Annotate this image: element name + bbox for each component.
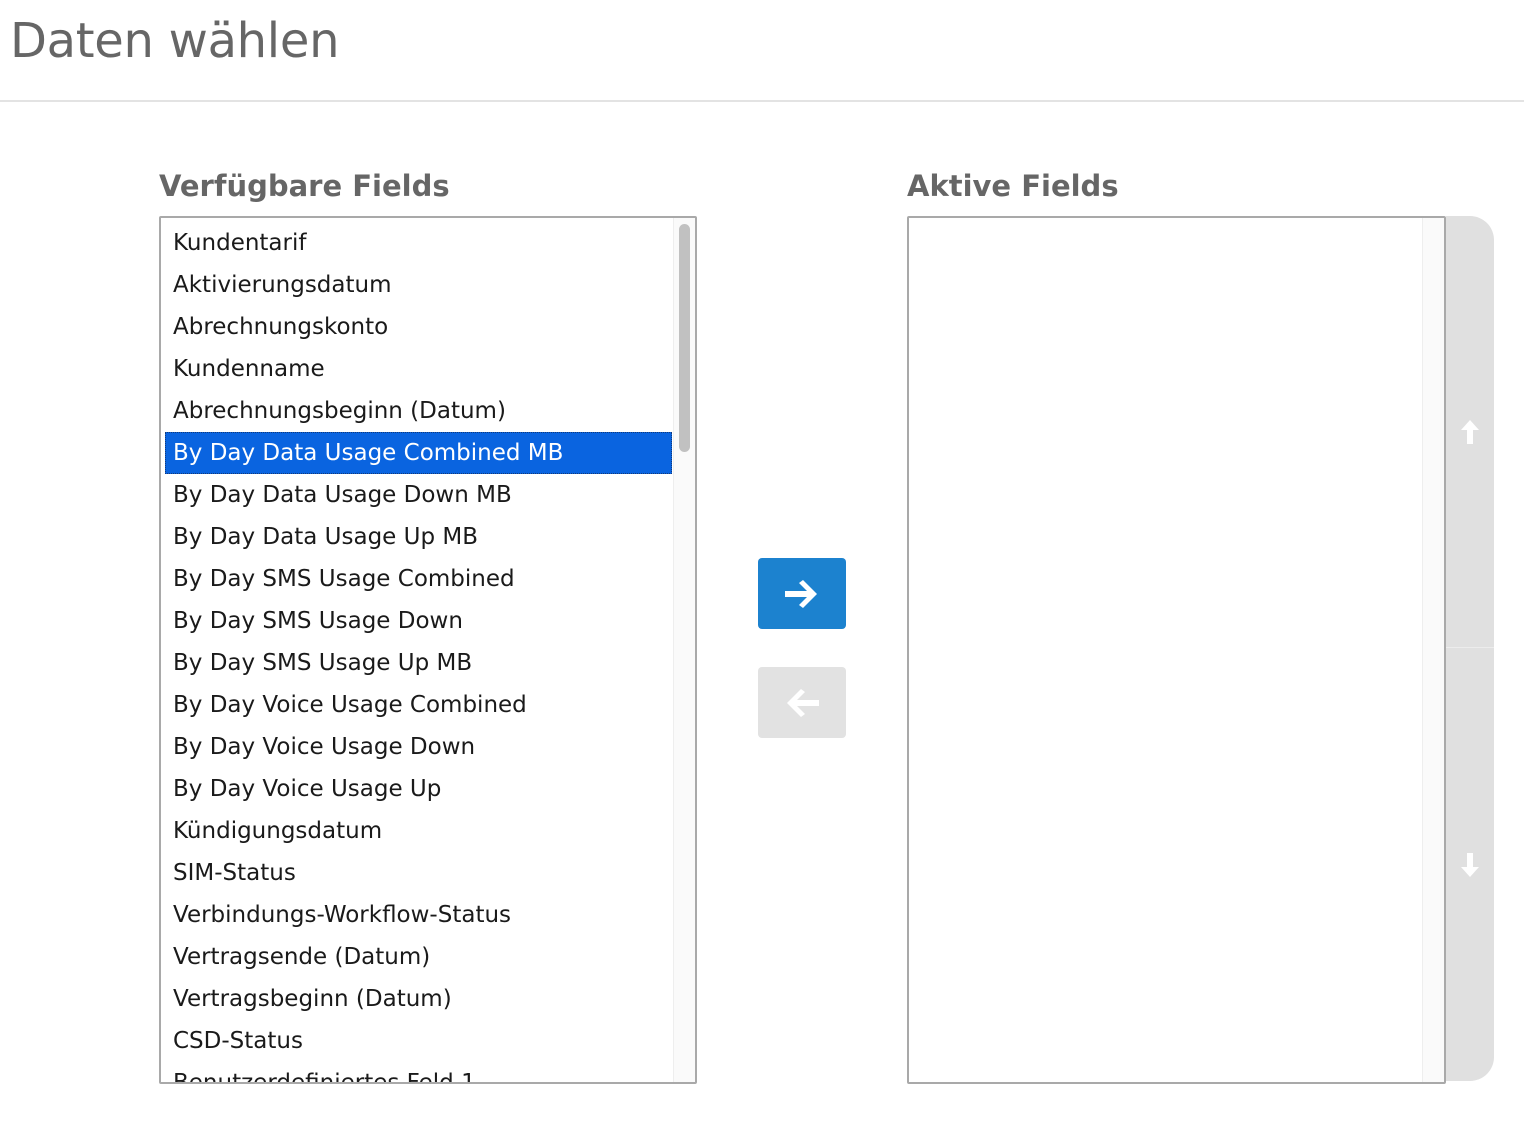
list-item[interactable]: By Day Data Usage Up MB bbox=[165, 516, 672, 558]
arrow-up-icon bbox=[1461, 419, 1479, 444]
active-fields-list[interactable] bbox=[907, 216, 1446, 1084]
page-header: Daten wählen bbox=[0, 0, 1524, 102]
arrow-right-icon bbox=[785, 579, 817, 608]
list-item[interactable]: By Day SMS Usage Combined bbox=[165, 558, 672, 600]
list-item[interactable]: By Day Voice Usage Up bbox=[165, 768, 672, 810]
list-item[interactable]: By Day SMS Usage Down bbox=[165, 600, 672, 642]
list-item[interactable]: Aktivierungsdatum bbox=[165, 264, 672, 306]
field-order-controls bbox=[1446, 216, 1494, 1081]
list-item[interactable]: By Day Voice Usage Down bbox=[165, 726, 672, 768]
list-item[interactable]: Abrechnungskonto bbox=[165, 306, 672, 348]
list-item[interactable]: Kundentarif bbox=[165, 222, 672, 264]
active-list-scrollbar[interactable] bbox=[1422, 218, 1444, 1082]
list-item[interactable]: By Day SMS Usage Up MB bbox=[165, 642, 672, 684]
list-item[interactable]: By Day Voice Usage Combined bbox=[165, 684, 672, 726]
available-list-scrollbar[interactable] bbox=[673, 218, 695, 1082]
list-item-selected[interactable]: By Day Data Usage Combined MB bbox=[165, 432, 672, 474]
remove-field-button[interactable] bbox=[758, 667, 846, 738]
page-title: Daten wählen bbox=[10, 13, 340, 69]
add-field-button[interactable] bbox=[758, 558, 846, 629]
list-item[interactable]: Benutzerdefiniertes Feld 1 bbox=[165, 1062, 672, 1082]
list-item[interactable]: By Day Data Usage Down MB bbox=[165, 474, 672, 516]
list-item[interactable]: Kündigungsdatum bbox=[165, 810, 672, 852]
available-list-scrollbar-thumb[interactable] bbox=[679, 224, 690, 452]
move-up-button[interactable] bbox=[1446, 216, 1494, 648]
list-item[interactable]: CSD-Status bbox=[165, 1020, 672, 1062]
list-item[interactable]: Verbindungs-Workflow-Status bbox=[165, 894, 672, 936]
available-options: Kundentarif Aktivierungsdatum Abrechnungsk… bbox=[165, 222, 672, 1082]
list-item[interactable]: Vertragsbeginn (Datum) bbox=[165, 978, 672, 1020]
available-fields-heading: Verfügbare Fields bbox=[159, 169, 450, 203]
list-item[interactable]: Kundenname bbox=[165, 348, 672, 390]
active-fields-heading: Aktive Fields bbox=[907, 169, 1119, 203]
arrow-down-icon bbox=[1461, 853, 1479, 877]
list-item[interactable]: Abrechnungsbeginn (Datum) bbox=[165, 390, 672, 432]
arrow-left-icon bbox=[787, 688, 819, 717]
available-fields-list[interactable]: Kundentarif Aktivierungsdatum Abrechnungsk… bbox=[159, 216, 697, 1084]
list-item[interactable]: SIM-Status bbox=[165, 852, 672, 894]
list-item[interactable]: Vertragsende (Datum) bbox=[165, 936, 672, 978]
move-down-button[interactable] bbox=[1446, 649, 1494, 1081]
